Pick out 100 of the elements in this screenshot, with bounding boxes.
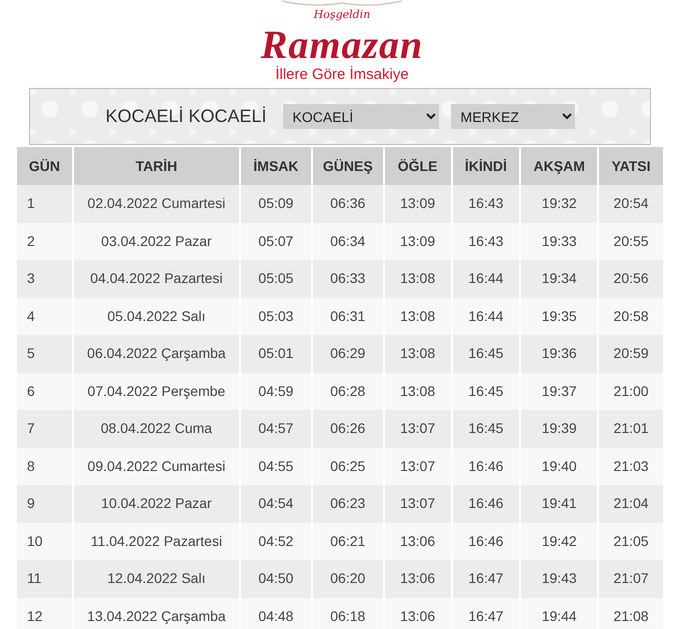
table-cell: 16:44 <box>452 298 520 335</box>
table-cell: 16:47 <box>452 560 520 598</box>
table-cell: 19:36 <box>521 335 598 372</box>
table-cell: 16:46 <box>452 448 520 485</box>
table-cell: 2 <box>17 222 72 260</box>
table-cell: 19:41 <box>521 485 598 522</box>
table-cell: 04:50 <box>241 560 311 598</box>
table-cell: 02.04.2022 Cumartesi <box>74 185 240 222</box>
table-cell: 1 <box>17 185 72 222</box>
table-cell: 16:43 <box>452 222 520 260</box>
table-cell: 13:09 <box>384 185 450 222</box>
table-cell: 19:42 <box>521 522 598 560</box>
table-cell: 06:28 <box>312 372 383 410</box>
table-cell: 11.04.2022 Pazartesi <box>74 522 240 560</box>
table-cell: 06:31 <box>312 298 383 335</box>
district-select[interactable]: MERKEZ <box>450 104 575 129</box>
table-cell: 3 <box>17 260 72 298</box>
table-cell: 16:43 <box>452 185 520 222</box>
table-cell: 04:55 <box>241 448 311 485</box>
table-cell: 13:08 <box>384 260 450 298</box>
column-header: GÜN <box>17 147 72 185</box>
column-header: TARİH <box>74 147 240 185</box>
column-header: İMSAK <box>241 147 311 185</box>
table-cell: 06:26 <box>312 410 383 448</box>
table-cell: 19:37 <box>521 372 598 410</box>
location-label: KOCAELİ KOCAELİ <box>105 105 267 128</box>
table-cell: 13:07 <box>384 448 450 485</box>
table-cell: 04.04.2022 Pazartesi <box>74 260 240 298</box>
table-cell: 19:35 <box>521 298 598 335</box>
table-cell: 21:01 <box>599 410 663 448</box>
table-cell: 03.04.2022 Pazar <box>74 222 240 260</box>
city-select[interactable]: KOCAELİ <box>282 104 439 129</box>
table-cell: 06:36 <box>312 185 383 222</box>
table-cell: 04:54 <box>241 485 311 522</box>
table-cell: 13:07 <box>384 410 450 448</box>
table-cell: 8 <box>17 448 72 485</box>
table-cell: 16:46 <box>452 485 520 522</box>
table-cell: 19:33 <box>521 222 598 260</box>
table-cell: 05:07 <box>241 222 311 260</box>
table-cell: 5 <box>17 335 72 372</box>
ornament-icon <box>282 0 402 8</box>
table-cell: 16:46 <box>452 522 520 560</box>
table-cell: 05.04.2022 Salı <box>74 298 240 335</box>
table-cell: 13:07 <box>384 485 450 522</box>
table-cell: 13:06 <box>384 522 450 560</box>
table-cell: 16:47 <box>452 598 520 629</box>
table-cell: 21:03 <box>599 448 663 485</box>
column-header: ÖĞLE <box>384 147 450 185</box>
subtitle: İllere Göre İmsakiye <box>274 65 410 85</box>
table-cell: 19:39 <box>521 410 598 448</box>
table-cell: 13:09 <box>384 222 450 260</box>
table-cell: 04:57 <box>241 410 311 448</box>
table-cell: 05:09 <box>241 185 311 222</box>
table-cell: 7 <box>17 410 72 448</box>
table-cell: 12 <box>17 598 72 629</box>
column-header: AKŞAM <box>521 147 598 185</box>
table-cell: 13:08 <box>384 372 450 410</box>
table-cell: 4 <box>17 298 72 335</box>
table-cell: 16:45 <box>452 335 520 372</box>
table-cell: 09.04.2022 Cumartesi <box>74 448 240 485</box>
table-cell: 16:44 <box>452 260 520 298</box>
table-cell: 06:33 <box>312 260 383 298</box>
column-header: GÜNEŞ <box>312 147 383 185</box>
table-cell: 19:34 <box>521 260 598 298</box>
table-cell: 06:23 <box>312 485 383 522</box>
table-cell: 19:44 <box>521 598 598 629</box>
table-cell: 20:55 <box>599 222 663 260</box>
column-header: İKİNDİ <box>452 147 520 185</box>
table-cell: 20:56 <box>599 260 663 298</box>
table-cell: 20:59 <box>599 335 663 372</box>
table-cell: 20:54 <box>599 185 663 222</box>
table-cell: 19:32 <box>521 185 598 222</box>
table-cell: 06:29 <box>312 335 383 372</box>
table-cell: 08.04.2022 Cuma <box>74 410 240 448</box>
logo-title: Ramazan <box>260 26 424 64</box>
table-cell: 13:06 <box>384 560 450 598</box>
table-cell: 06:21 <box>312 522 383 560</box>
table-cell: 05:03 <box>241 298 311 335</box>
table-cell: 20:58 <box>599 298 663 335</box>
table-cell: 12.04.2022 Salı <box>74 560 240 598</box>
table-cell: 19:43 <box>521 560 598 598</box>
column-header: YATSI <box>599 147 663 185</box>
table-cell: 9 <box>17 485 72 522</box>
table-cell: 13:08 <box>384 298 450 335</box>
table-cell: 13:08 <box>384 335 450 372</box>
table-cell: 21:07 <box>599 560 663 598</box>
table-cell: 04:48 <box>241 598 311 629</box>
table-cell: 06:18 <box>312 598 383 629</box>
table-cell: 19:40 <box>521 448 598 485</box>
greeting-text: Hoşgeldin <box>314 9 370 20</box>
table-cell: 06:25 <box>312 448 383 485</box>
table-cell: 05:05 <box>241 260 311 298</box>
table-cell: 06:20 <box>312 560 383 598</box>
table-cell: 13:06 <box>384 598 450 629</box>
table-cell: 21:00 <box>599 372 663 410</box>
table-cell: 10 <box>17 522 72 560</box>
table-cell: 06.04.2022 Çarşamba <box>74 335 240 372</box>
table-cell: 04:59 <box>241 372 311 410</box>
table-cell: 04:52 <box>241 522 311 560</box>
table-cell: 10.04.2022 Pazar <box>74 485 240 522</box>
